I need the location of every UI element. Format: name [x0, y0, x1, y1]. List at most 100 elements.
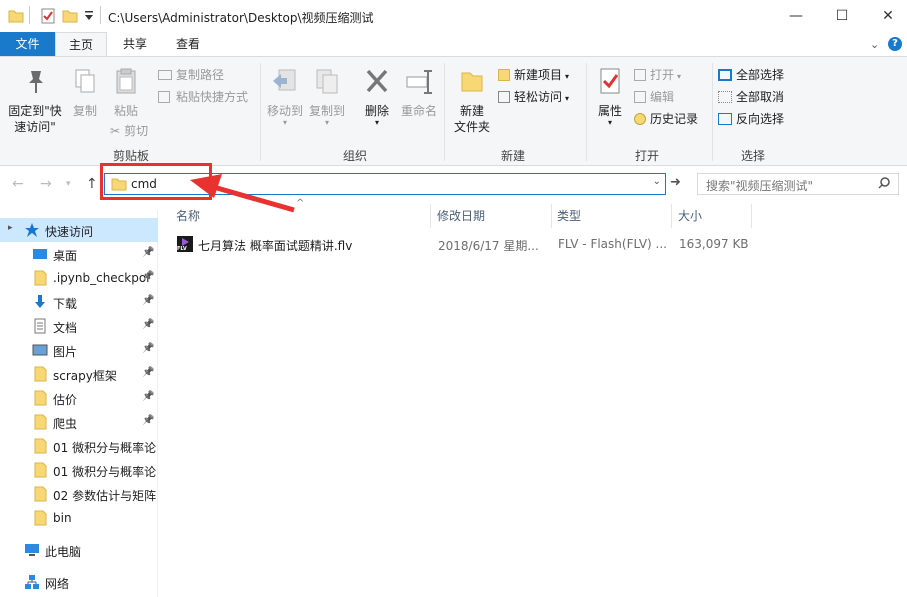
delete-button[interactable]: 删除 ▾: [358, 67, 396, 127]
search-input[interactable]: 搜索"视频压缩测试": [697, 173, 899, 195]
pin-label-1: 固定到"快: [8, 104, 62, 118]
recent-locations-chevron-icon[interactable]: ▾: [66, 179, 71, 189]
tab-share[interactable]: 共享: [112, 32, 158, 57]
sidebar-item-label: 文档: [53, 321, 78, 335]
qa-divider: [100, 6, 101, 24]
address-history-chevron-icon[interactable]: ⌄: [653, 176, 661, 187]
column-header-name[interactable]: 名称: [176, 206, 200, 228]
tab-home[interactable]: 主页: [55, 32, 107, 57]
pin-icon: 📌: [142, 247, 155, 258]
minimize-button[interactable]: —: [773, 0, 819, 32]
copy-to-button[interactable]: 复制到 ▾: [306, 67, 348, 127]
tab-view[interactable]: 查看: [163, 32, 213, 57]
sidebar-item[interactable]: 估价 📌: [0, 386, 158, 410]
new-folder-icon: [458, 67, 486, 99]
new-folder-icon[interactable]: [62, 8, 78, 27]
sidebar-item[interactable]: .ipynb_checkpoi 📌: [0, 266, 158, 290]
expand-chevron-icon[interactable]: ▸: [8, 223, 13, 233]
history-label: 历史记录: [650, 112, 699, 126]
qa-customize-icon[interactable]: [84, 10, 94, 25]
sidebar-item[interactable]: ▸ 快速访问: [0, 218, 158, 242]
folder-icon: [32, 438, 48, 457]
sidebar-item-label: 估价: [53, 393, 78, 407]
ribbon-tabs: 文件 主页 共享 查看 ⌄ ?: [0, 32, 907, 57]
ribbon-collapse-icon[interactable]: ⌄: [870, 38, 879, 51]
group-divider: [260, 63, 261, 161]
sidebar-item[interactable]: 文档 📌: [0, 314, 158, 338]
select-all-button[interactable]: 全部选择: [718, 67, 784, 83]
folder-icon: [8, 8, 24, 27]
open-button[interactable]: 打开 ▾: [634, 67, 681, 85]
close-button[interactable]: ✕: [865, 0, 907, 32]
column-divider[interactable]: [551, 204, 552, 228]
file-size: 163,097 KB: [679, 237, 749, 251]
paste-label: 粘贴: [113, 104, 138, 118]
cut-label: 剪切: [124, 124, 149, 138]
cut-button[interactable]: ✂ 剪切: [110, 123, 148, 139]
easy-access-button[interactable]: 轻松访问 ▾: [498, 89, 569, 107]
select-none-button[interactable]: 全部取消: [718, 89, 784, 105]
copy-path-label: 复制路径: [176, 68, 225, 82]
column-divider[interactable]: [430, 204, 431, 228]
sidebar-item[interactable]: bin: [0, 506, 158, 530]
back-arrow-icon[interactable]: ←: [12, 176, 24, 192]
column-header-modified[interactable]: 修改日期: [437, 206, 485, 228]
clipboard-group-label: 剪贴板: [112, 149, 149, 163]
tab-file[interactable]: 文件: [0, 32, 55, 57]
history-button[interactable]: 历史记录: [634, 111, 698, 127]
chevron-down-icon: ▾: [324, 118, 329, 127]
help-icon[interactable]: ?: [888, 37, 902, 51]
open-group-label: 打开: [634, 149, 659, 163]
pin-icon: 📌: [142, 415, 155, 426]
sidebar-item-label: 网络: [45, 577, 70, 591]
column-header-size[interactable]: 大小: [678, 206, 702, 228]
invert-selection-button[interactable]: 反向选择: [718, 111, 784, 127]
properties-button[interactable]: 属性 ▾: [590, 67, 630, 127]
sidebar-item[interactable]: 下载 📌: [0, 290, 158, 314]
forward-arrow-icon[interactable]: →: [40, 176, 52, 192]
copy-button[interactable]: 复制: [66, 67, 104, 119]
pin-icon: 📌: [142, 343, 155, 354]
paste-shortcut-button[interactable]: 粘贴快捷方式: [158, 89, 248, 105]
sidebar-item-label: 快速访问: [45, 225, 94, 239]
maximize-button[interactable]: ☐: [819, 0, 865, 32]
pin-to-quick-access-button[interactable]: 固定到"快 速访问": [4, 67, 66, 135]
qa-divider: [29, 6, 30, 24]
delete-label: 删除: [364, 104, 389, 118]
sidebar-item[interactable]: 01 微积分与概率论: [0, 434, 158, 458]
window-title: C:\Users\Administrator\Desktop\视频压缩测试: [108, 11, 374, 25]
properties-icon[interactable]: [40, 8, 56, 27]
go-arrow-icon[interactable]: ➜: [670, 175, 681, 190]
sidebar-item[interactable]: 桌面 📌: [0, 242, 158, 266]
star-icon: [24, 222, 40, 241]
sidebar-item[interactable]: 02 参数估计与矩阵: [0, 482, 158, 506]
sidebar-item[interactable]: 图片 📌: [0, 338, 158, 362]
move-to-button[interactable]: 移动到 ▾: [264, 67, 306, 127]
edit-label: 编辑: [650, 90, 675, 104]
column-divider[interactable]: [671, 204, 672, 228]
sidebar-item[interactable]: 此电脑: [0, 538, 158, 562]
paste-button[interactable]: 粘贴: [106, 67, 146, 119]
rename-button[interactable]: 重命名: [398, 67, 440, 119]
group-divider: [712, 63, 713, 161]
edit-button[interactable]: 编辑: [634, 89, 674, 105]
column-header-type[interactable]: 类型: [557, 206, 581, 228]
copy-path-button[interactable]: 复制路径: [158, 67, 224, 83]
pin-icon: 📌: [142, 271, 155, 282]
select-all-icon: [718, 69, 732, 81]
sidebar-item[interactable]: scrapy框架 📌: [0, 362, 158, 386]
new-item-button[interactable]: 新建项目 ▾: [498, 67, 569, 85]
up-arrow-icon[interactable]: ↑: [86, 176, 98, 192]
folder-icon: [32, 486, 48, 505]
sidebar-item[interactable]: 01 微积分与概率论: [0, 458, 158, 482]
sidebar-item[interactable]: 爬虫 📌: [0, 410, 158, 434]
title-bar: C:\Users\Administrator\Desktop\视频压缩测试 — …: [0, 0, 907, 32]
sidebar-item-label: 01 微积分与概率论: [53, 441, 157, 455]
new-folder-button[interactable]: 新建 文件夹: [448, 67, 496, 135]
picture-icon: [32, 342, 48, 361]
pin-icon: 📌: [142, 367, 155, 378]
rename-label: 重命名: [400, 104, 437, 118]
chevron-down-icon: ▾: [282, 118, 287, 127]
sidebar-item[interactable]: 网络: [0, 570, 158, 594]
column-divider[interactable]: [751, 204, 752, 228]
